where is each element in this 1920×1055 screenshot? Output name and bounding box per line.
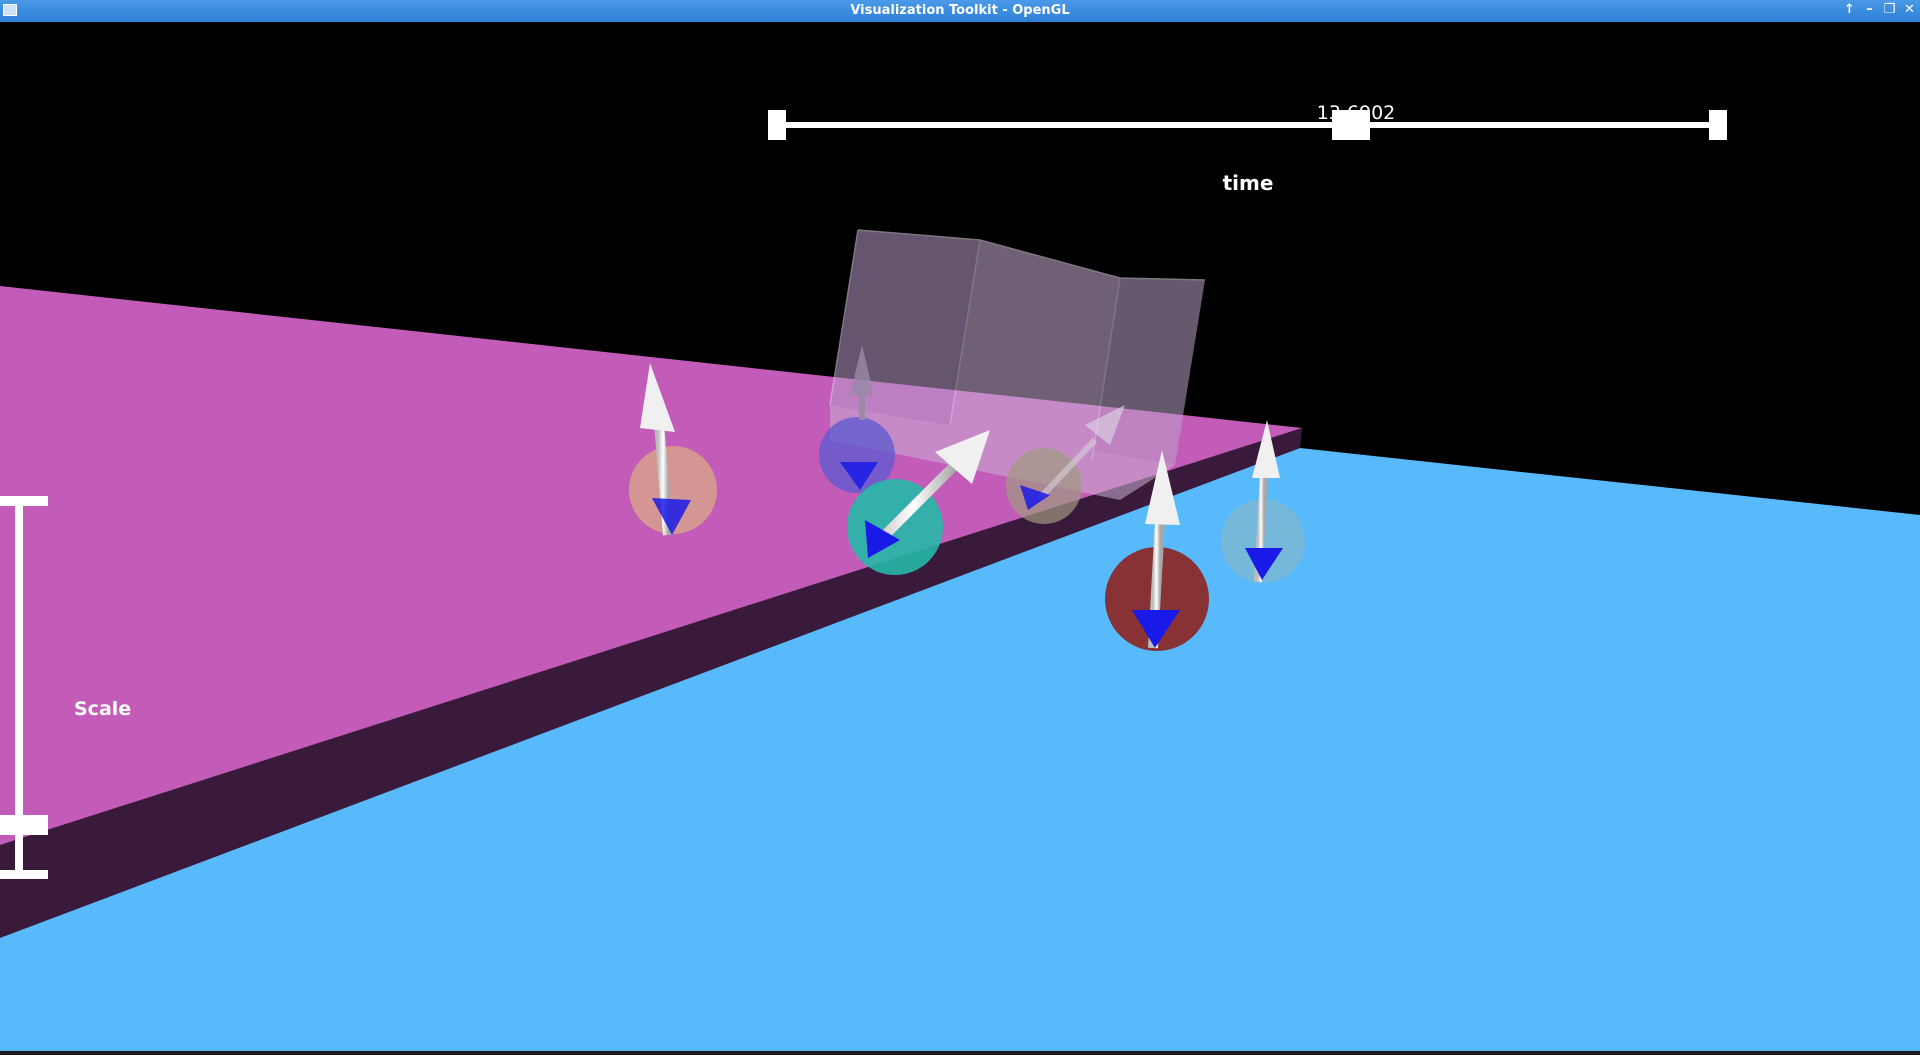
- scale-bottom-cap: [0, 870, 48, 879]
- slider-min-cap: [768, 110, 786, 140]
- window-title: Visualization Toolkit - OpenGL: [850, 3, 1070, 18]
- slider-value-label: 13.6902: [1316, 102, 1396, 124]
- time-slider[interactable]: [768, 110, 1727, 140]
- scale-top-cap: [0, 496, 48, 506]
- title-bar: Visualization Toolkit - OpenGL ↑ – ❐ ✕: [0, 0, 1920, 22]
- minimize-icon[interactable]: –: [1863, 2, 1876, 17]
- keep-above-icon[interactable]: ↑: [1843, 2, 1856, 17]
- close-icon[interactable]: ✕: [1903, 2, 1916, 17]
- scale-handle: [0, 815, 48, 835]
- maximize-icon[interactable]: ❐: [1883, 2, 1896, 17]
- window-controls: ↑ – ❐ ✕: [1843, 2, 1916, 17]
- scale-label: Scale: [74, 698, 132, 720]
- slider-title-label: time: [1222, 171, 1274, 195]
- bottom-border: [0, 1051, 1920, 1055]
- render-viewport[interactable]: 13.6902 time Scale: [0, 22, 1920, 1055]
- slider-max-cap: [1709, 110, 1727, 140]
- scene-canvas: [0, 110, 1920, 1051]
